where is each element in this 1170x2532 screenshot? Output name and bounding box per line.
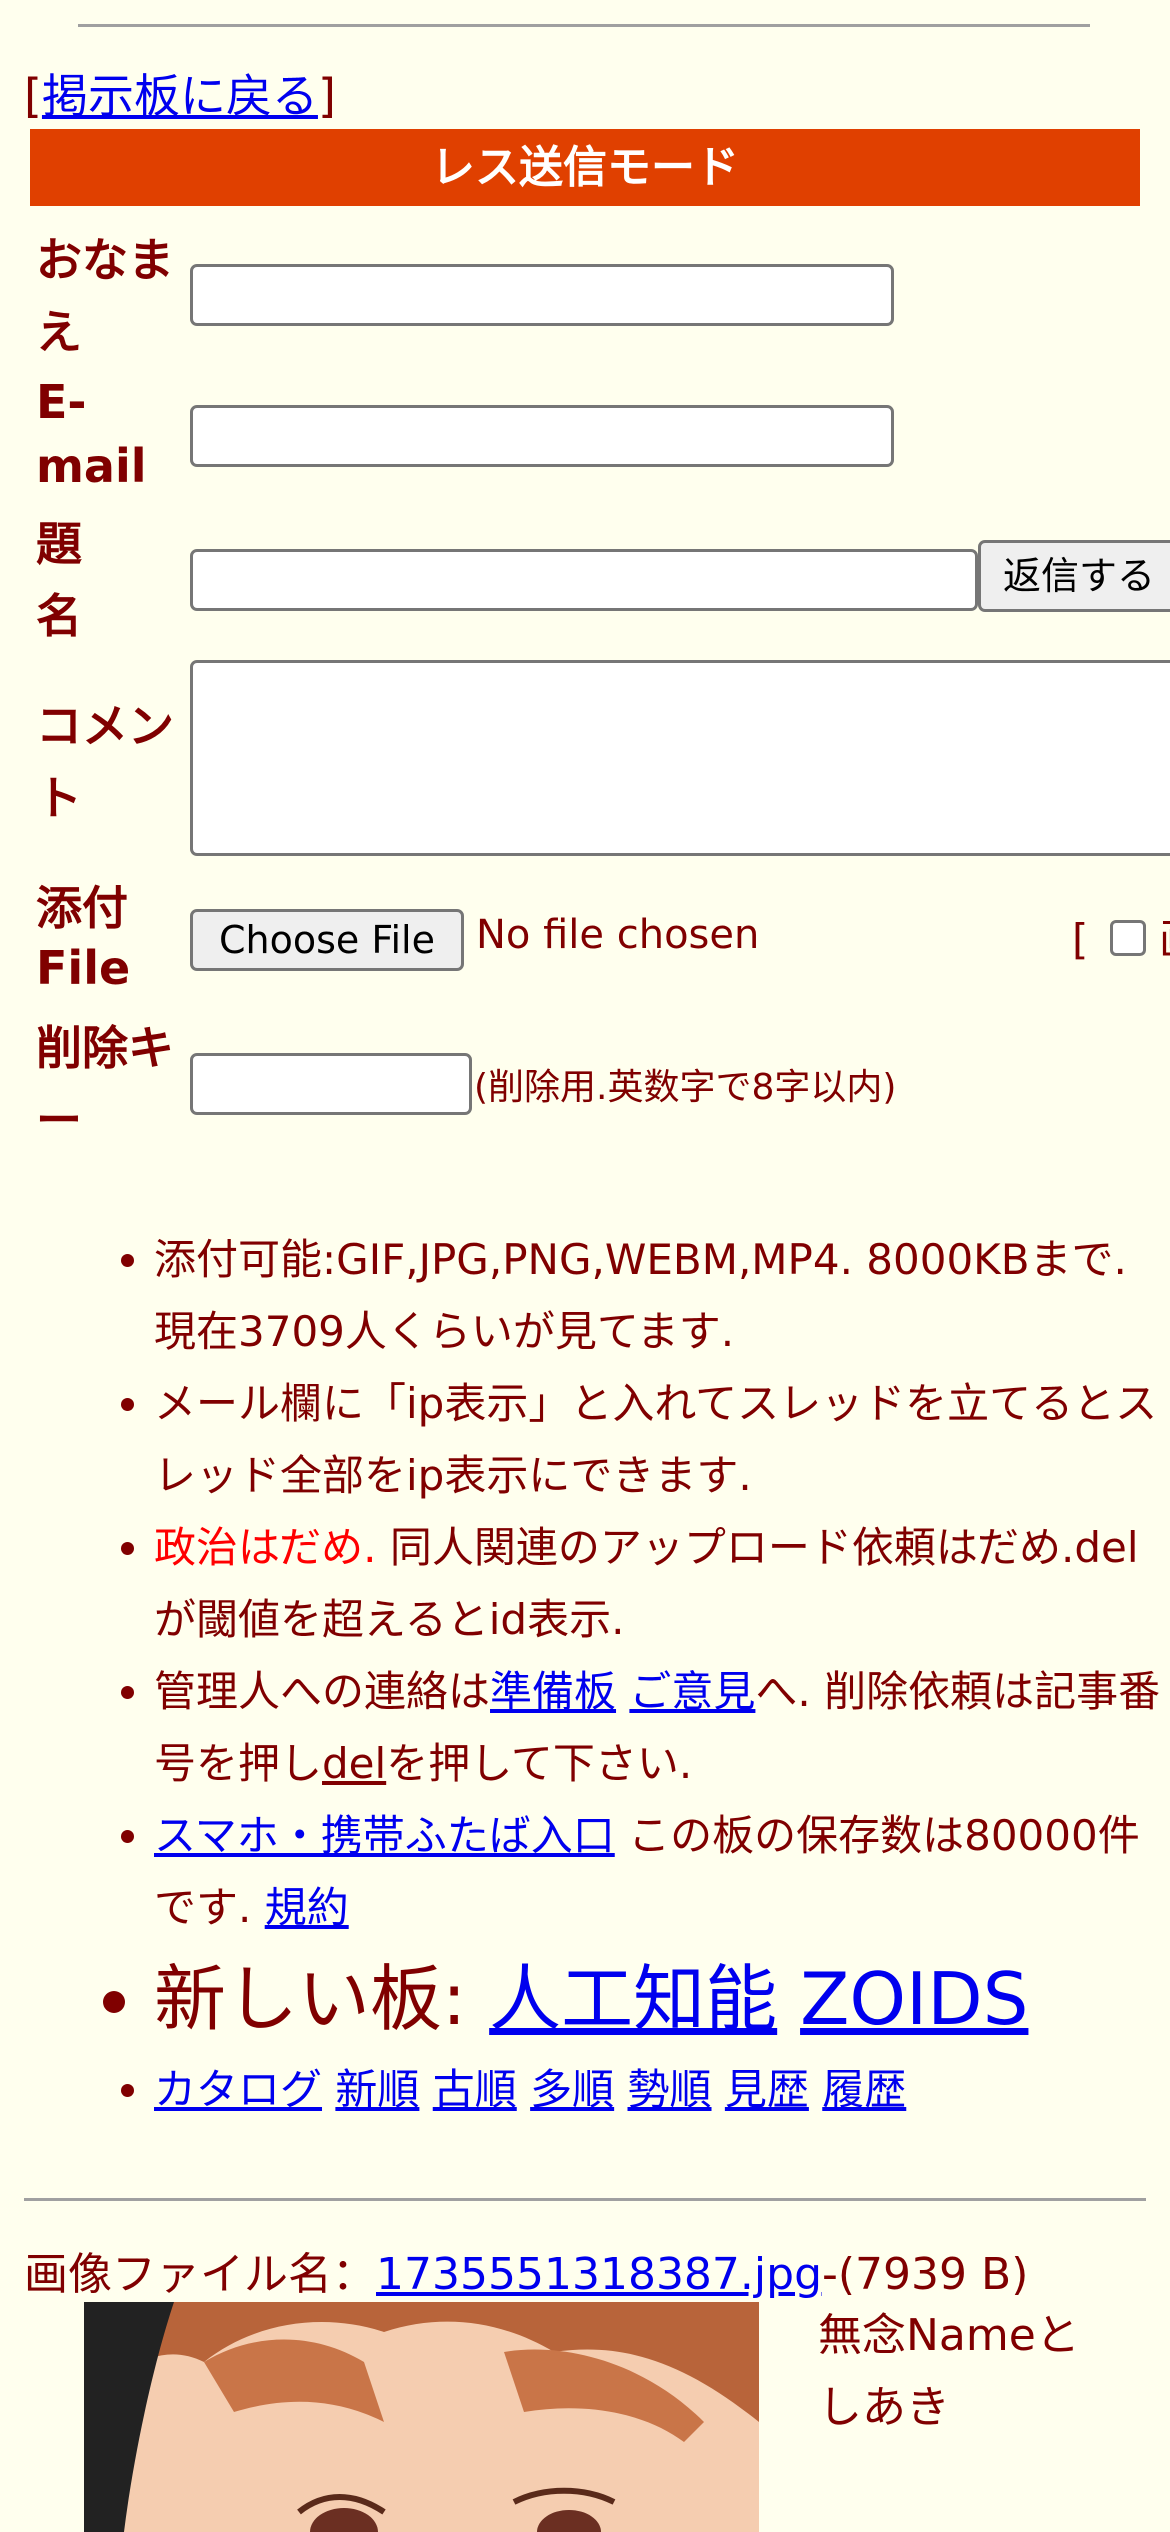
file-size: -(7939 B) bbox=[822, 2249, 1029, 2300]
file-label-line2: File bbox=[36, 941, 131, 995]
sort-momentum-link[interactable]: 勢順 bbox=[628, 2065, 712, 2114]
rule-contact-text-c: を押して下さい. bbox=[386, 1739, 693, 1788]
mobile-entry-link[interactable]: スマホ・携帯ふたば入口 bbox=[154, 1811, 615, 1860]
anime-face-illustration bbox=[84, 2302, 759, 2532]
sort-old-link[interactable]: 古順 bbox=[433, 2065, 517, 2114]
rule-contact: 管理人への連絡は準備板 ご意見へ. 削除依頼は記事番号を押しdelを押して下さい… bbox=[154, 1656, 1170, 1800]
ai-board-link[interactable]: 人工知能 bbox=[489, 1957, 777, 2041]
email-label-line2: mail bbox=[36, 439, 147, 493]
top-divider bbox=[78, 24, 1090, 27]
delete-key-note: (削除用.英数字で8字以内) bbox=[474, 1067, 897, 1108]
new-boards-label: 新しい板: bbox=[154, 1957, 490, 2041]
zoids-board-link[interactable]: ZOIDS bbox=[800, 1957, 1028, 2041]
sort-many-link[interactable]: 多順 bbox=[530, 2065, 614, 2114]
bracket-close: ] bbox=[317, 69, 336, 123]
comment-label-line2: ト bbox=[36, 771, 82, 825]
subject-label-line1: 題 bbox=[36, 517, 82, 571]
del-text: del bbox=[322, 1739, 387, 1788]
subject-label: 題 名 bbox=[36, 508, 82, 652]
catalog-link[interactable]: カタログ bbox=[154, 2065, 322, 2114]
delete-key-input[interactable] bbox=[190, 1053, 472, 1115]
rule-mobile: スマホ・携帯ふたば入口 この板の保存数は80000件です. 規約 bbox=[154, 1800, 1170, 1944]
comment-label: コメン ト bbox=[36, 690, 174, 834]
post-name-line1: 無念Nameと bbox=[818, 2310, 1080, 2361]
rule-ip-display-text: メール欄に「ip表示」と入れてスレッドを立てるとスレッド全部をip表示にできます… bbox=[154, 1379, 1158, 1500]
post-file-info: 画像ファイル名：1735551318387.jpg-(7939 B) bbox=[24, 2238, 1028, 2302]
email-label-line1: E- bbox=[36, 375, 87, 429]
email-label: E- mail bbox=[36, 366, 147, 502]
name-input[interactable] bbox=[190, 264, 894, 326]
file-label: 添付 File bbox=[36, 872, 130, 1004]
comment-label-line1: コメン bbox=[36, 699, 174, 753]
subject-input[interactable] bbox=[190, 549, 978, 611]
reply-mode-banner: レス送信モード bbox=[30, 129, 1140, 206]
post-image-file-link[interactable]: 1735551318387.jpg bbox=[376, 2249, 822, 2300]
image-option-checkbox[interactable] bbox=[1109, 920, 1146, 956]
image-option-bracket: [ bbox=[1072, 915, 1089, 964]
back-to-board-link[interactable]: 掲示板に戻る bbox=[42, 69, 318, 123]
terms-link[interactable]: 規約 bbox=[265, 1883, 349, 1932]
rule-new-boards: 新しい板: 人工知能 ZOIDS bbox=[154, 1944, 1170, 2054]
prep-board-link[interactable]: 準備板 bbox=[490, 1667, 616, 1716]
rule-attachments-text: 添付可能:GIF,JPG,PNG,WEBM,MP4. 8000KBまで. 現在3… bbox=[154, 1235, 1127, 1356]
feedback-link[interactable]: ご意見 bbox=[629, 1667, 755, 1716]
sort-new-link[interactable]: 新順 bbox=[335, 2065, 419, 2114]
no-file-status: No file chosen bbox=[476, 912, 760, 958]
rules-list: 添付可能:GIF,JPG,PNG,WEBM,MP4. 8000KBまで. 現在3… bbox=[96, 1224, 1170, 2126]
rule-politics: 政治はだめ. 同人関連のアップロード依頼はだめ.delが閾値を超えるとid表示. bbox=[154, 1512, 1170, 1656]
post-history-link[interactable]: 履歴 bbox=[822, 2065, 906, 2114]
subject-label-line2: 名 bbox=[36, 589, 82, 643]
email-input[interactable] bbox=[190, 405, 894, 467]
choose-file-button[interactable]: Choose File bbox=[190, 909, 464, 971]
delete-key-label: 削除キ ー bbox=[36, 1012, 174, 1156]
name-label-line2: え bbox=[36, 305, 82, 359]
reply-submit-button[interactable]: 返信する bbox=[978, 540, 1170, 612]
rule-nav-links: カタログ 新順 古順 多順 勢順 見歴 履歴 bbox=[154, 2054, 1170, 2126]
image-option: [ 画 bbox=[1072, 906, 1170, 967]
rule-contact-text-a: 管理人への連絡は bbox=[154, 1667, 491, 1716]
rule-ip-display: メール欄に「ip表示」と入れてスレッドを立てるとスレッド全部をip表示にできます… bbox=[154, 1368, 1170, 1512]
image-option-label: 画 bbox=[1159, 915, 1170, 964]
bottom-divider bbox=[24, 2198, 1146, 2201]
post-name: 無念Nameと しあき bbox=[818, 2300, 1080, 2444]
back-link-wrapper: [掲示板に戻る] bbox=[24, 60, 336, 126]
board-rules: 添付可能:GIF,JPG,PNG,WEBM,MP4. 8000KBまで. 現在3… bbox=[96, 1224, 1170, 2126]
file-info-label: 画像ファイル名： bbox=[24, 2249, 376, 2300]
post-name-line2: しあき bbox=[818, 2382, 950, 2433]
name-label: おなま え bbox=[36, 224, 174, 368]
name-label-line1: おなま bbox=[36, 233, 174, 287]
post-thumbnail-image[interactable] bbox=[84, 2302, 759, 2532]
bracket-open: [ bbox=[24, 69, 42, 123]
delete-key-label-line2: ー bbox=[36, 1093, 82, 1147]
viewed-history-link[interactable]: 見歴 bbox=[725, 2065, 809, 2114]
delete-key-label-line1: 削除キ bbox=[36, 1021, 174, 1075]
rule-attachments: 添付可能:GIF,JPG,PNG,WEBM,MP4. 8000KBまで. 現在3… bbox=[154, 1224, 1170, 1368]
comment-textarea[interactable] bbox=[190, 660, 1170, 856]
rule-politics-warning: 政治はだめ. bbox=[154, 1523, 377, 1572]
